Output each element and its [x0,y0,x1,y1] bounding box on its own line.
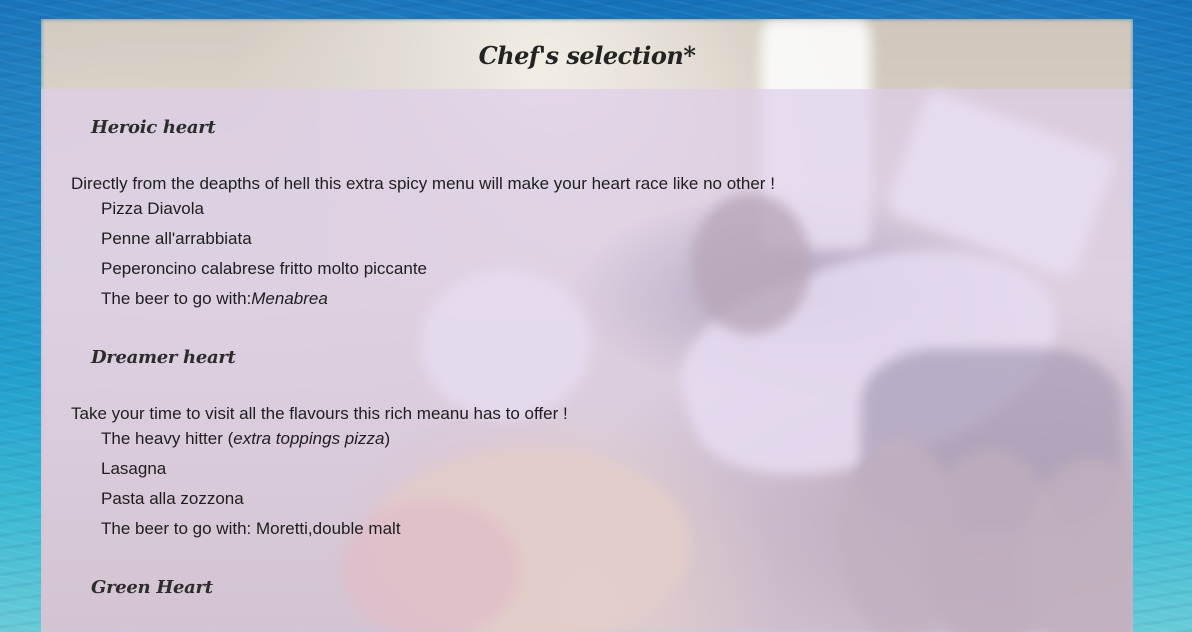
menu-item: Peperoncino calabrese fritto molto picca… [101,259,428,278]
menu-item-beer: The beer to go with:Menabrea [101,289,427,319]
section-description: Directly from the deapths of hell this e… [71,174,775,193]
menu-item: The beer to go with: Moretti,double malt [101,519,401,538]
menu-item-emphasis: extra toppings pizza [233,429,385,448]
menu-item: The heavy hitter (extra toppings pizza) [101,429,401,459]
page-title: Chef's selection* [478,41,696,70]
section-description: Take your time to visit all the flavours… [71,404,568,423]
menu-item-list: Pizza Diavola Penne all'arrabbiata Peper… [101,199,427,319]
menu-item: Penne all'arrabbiata [101,229,252,248]
menu-item: Pasta alla zozzona [101,489,244,508]
section-title-dreamer-heart: Dreamer heart [91,347,236,368]
menu-item: Pizza Diavola [101,199,204,218]
menu-item-prefix: The heavy hitter ( [101,429,234,448]
menu-item: Lasagna [101,459,167,478]
section-title-green-heart: Green Heart [91,577,213,598]
beer-name: Menabrea [251,289,328,308]
menu-item-prefix: The beer to go with: [101,289,252,308]
section-title-heroic-heart: Heroic heart [91,117,216,138]
menu-item-list: The heavy hitter (extra toppings pizza) … [101,429,401,549]
menu-item-suffix: ) [384,429,391,448]
menu-card: Chef's selection* Heroic heart Directly … [41,19,1133,632]
